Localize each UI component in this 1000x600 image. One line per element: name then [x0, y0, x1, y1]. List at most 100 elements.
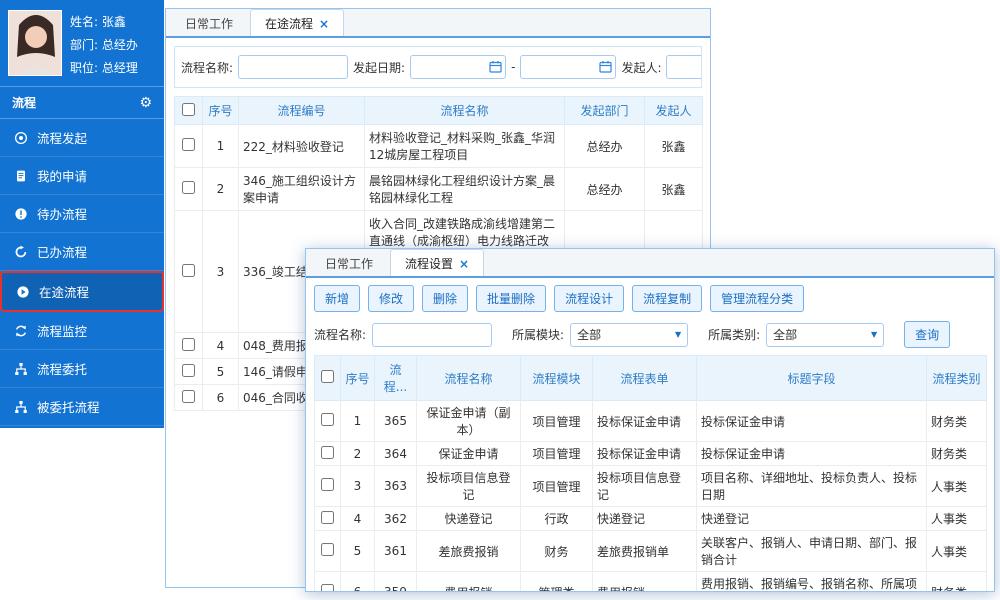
- tab-daily-work[interactable]: 日常工作: [170, 9, 248, 36]
- row-checkbox[interactable]: [321, 543, 334, 556]
- category-label: 所属类别:: [708, 326, 760, 343]
- cell-no: 5: [203, 359, 239, 385]
- cell-name: 保证金申请（副本）: [417, 401, 521, 442]
- table-row[interactable]: 4 362 快递登记 行政 快递登记 快递登记 人事类: [315, 507, 987, 531]
- table-row[interactable]: 6 359 费用报销 管理类 费用报销 费用报销、报销编号、报销名称、所属项目 …: [315, 572, 987, 593]
- cell-no: 6: [341, 572, 375, 593]
- tab-in-transit-processes[interactable]: 在途流程×: [250, 9, 344, 36]
- cell-name: 费用报销: [417, 572, 521, 593]
- process-settings-window: 日常工作 流程设置× 新增 修改 删除 批量删除 流程设计 流程复制 管理流程分…: [305, 248, 995, 592]
- cell-name: 差旅费报销: [417, 531, 521, 572]
- tab-process-settings[interactable]: 流程设置×: [390, 249, 484, 276]
- process-name-label: 流程名称:: [181, 59, 233, 76]
- sidebar-item-in-transit-processes[interactable]: 在途流程: [0, 271, 164, 312]
- cell-no: 2: [203, 168, 239, 211]
- cell-module: 项目管理: [521, 401, 593, 442]
- delete-button[interactable]: 删除: [422, 285, 468, 312]
- col-header-form: 流程表单: [593, 356, 697, 401]
- cell-no: 6: [203, 385, 239, 411]
- cell-module: 行政: [521, 507, 593, 531]
- sidebar-item-process-initiate[interactable]: 流程发起: [0, 119, 164, 157]
- calendar-icon[interactable]: [489, 60, 502, 73]
- row-checkbox[interactable]: [182, 390, 195, 403]
- cell-form: 投标保证金申请: [593, 401, 697, 442]
- sidebar-item-process-delegation[interactable]: 流程委托: [0, 350, 164, 388]
- module-select[interactable]: 全部 ▼: [570, 323, 688, 347]
- close-icon[interactable]: ×: [459, 257, 469, 271]
- table-row[interactable]: 3 363 投标项目信息登记 项目管理 投标项目信息登记 项目名称、详细地址、投…: [315, 466, 987, 507]
- cell-no: 5: [341, 531, 375, 572]
- cell-no: 2: [341, 442, 375, 466]
- row-checkbox[interactable]: [182, 264, 195, 277]
- window2-tabstrip: 日常工作 流程设置×: [306, 249, 994, 278]
- col-header-dept: 发起部门: [565, 97, 645, 125]
- process-name-input[interactable]: [238, 55, 348, 79]
- broadcast-icon: [14, 131, 28, 145]
- window2-toolbar: 新增 修改 删除 批量删除 流程设计 流程复制 管理流程分类: [306, 278, 994, 317]
- select-all-checkbox[interactable]: [182, 103, 195, 116]
- cell-form: 差旅费报销单: [593, 531, 697, 572]
- col-header-code: 流程编号: [239, 97, 365, 125]
- cell-category: 财务类: [927, 401, 987, 442]
- process-design-button[interactable]: 流程设计: [554, 285, 624, 312]
- window1-filter-bar: 流程名称: 发起日期: - 发起人:: [174, 46, 702, 88]
- table-row[interactable]: 2 346_施工组织设计方案申请 晨铭园林绿化工程组织设计方案_晨铭园林绿化工程…: [175, 168, 703, 211]
- cell-category: 人事类: [927, 507, 987, 531]
- cell-name: 保证金申请: [417, 442, 521, 466]
- cell-id: 362: [375, 507, 417, 531]
- tab-daily-work[interactable]: 日常工作: [310, 249, 388, 276]
- close-icon[interactable]: ×: [319, 17, 329, 31]
- sidebar-section-title: 流程: [12, 94, 36, 111]
- cell-id: 359: [375, 572, 417, 593]
- cell-title-field: 项目名称、详细地址、投标负责人、投标日期: [697, 466, 927, 507]
- play-circle-icon: [16, 285, 30, 299]
- sidebar-item-delegated-processes[interactable]: 被委托流程: [0, 388, 164, 426]
- cell-form: 快递登记: [593, 507, 697, 531]
- process-settings-table: 序号 流程... 流程名称 流程模块 流程表单 标题字段 流程类别 1 365 …: [314, 355, 987, 592]
- add-button[interactable]: 新增: [314, 285, 360, 312]
- sidebar-item-process-monitoring[interactable]: 流程监控: [0, 312, 164, 350]
- table-row[interactable]: 1 222_材料验收登记 材料验收登记_材料采购_张鑫_华润12城房屋工程项目 …: [175, 125, 703, 168]
- row-checkbox[interactable]: [321, 446, 334, 459]
- cell-module: 管理类: [521, 572, 593, 593]
- calendar-icon[interactable]: [599, 60, 612, 73]
- gear-icon[interactable]: ⚙: [139, 96, 152, 110]
- search-button[interactable]: 查询: [904, 321, 950, 348]
- module-label: 所属模块:: [512, 326, 564, 343]
- col-header-category: 流程类别: [927, 356, 987, 401]
- batch-delete-button[interactable]: 批量删除: [476, 285, 546, 312]
- sidebar-item-pending-processes[interactable]: 待办流程: [0, 195, 164, 233]
- cell-no: 1: [203, 125, 239, 168]
- select-all-checkbox[interactable]: [321, 370, 334, 383]
- cell-id: 361: [375, 531, 417, 572]
- sidebar-item-completed-processes[interactable]: 已办流程: [0, 233, 164, 271]
- process-copy-button[interactable]: 流程复制: [632, 285, 702, 312]
- cell-form: 费用报销: [593, 572, 697, 593]
- process-name-input[interactable]: [372, 323, 492, 347]
- modify-button[interactable]: 修改: [368, 285, 414, 312]
- col-header-module: 流程模块: [521, 356, 593, 401]
- cell-person: 张鑫: [645, 125, 703, 168]
- row-checkbox[interactable]: [321, 511, 334, 524]
- row-checkbox[interactable]: [182, 138, 195, 151]
- date-separator: -: [511, 60, 515, 74]
- process-name-label: 流程名称:: [314, 326, 366, 343]
- document-icon: [14, 169, 28, 183]
- cell-no: 4: [341, 507, 375, 531]
- table-row[interactable]: 1 365 保证金申请（副本） 项目管理 投标保证金申请 投标保证金申请 财务类: [315, 401, 987, 442]
- org-chart-icon: [14, 400, 28, 414]
- row-checkbox[interactable]: [321, 413, 334, 426]
- row-checkbox[interactable]: [182, 364, 195, 377]
- row-checkbox[interactable]: [182, 181, 195, 194]
- sidebar-item-my-applications[interactable]: 我的申请: [0, 157, 164, 195]
- table-row[interactable]: 2 364 保证金申请 项目管理 投标保证金申请 投标保证金申请 财务类: [315, 442, 987, 466]
- initiator-input[interactable]: [666, 55, 702, 79]
- manage-process-category-button[interactable]: 管理流程分类: [710, 285, 804, 312]
- row-checkbox[interactable]: [321, 478, 334, 491]
- row-checkbox[interactable]: [182, 338, 195, 351]
- category-select[interactable]: 全部 ▼: [766, 323, 884, 347]
- col-header-name: 流程名称: [417, 356, 521, 401]
- row-checkbox[interactable]: [321, 584, 334, 592]
- table-row[interactable]: 5 361 差旅费报销 财务 差旅费报销单 关联客户、报销人、申请日期、部门、报…: [315, 531, 987, 572]
- cell-category: 人事类: [927, 531, 987, 572]
